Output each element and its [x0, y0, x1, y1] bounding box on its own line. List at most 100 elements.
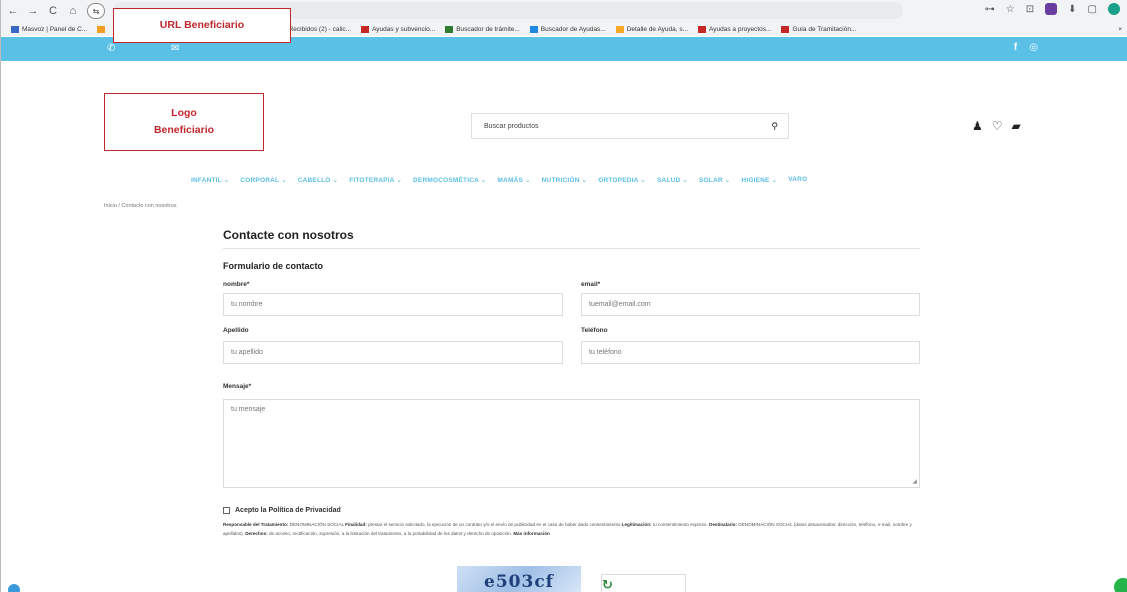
nav-item-solar[interactable]: SOLAR ⌄ — [699, 176, 730, 184]
search-placeholder: Buscar productos — [484, 122, 539, 130]
nav-item-corporal[interactable]: CORPORAL ⌄ — [240, 176, 286, 184]
accessibility-bubble[interactable] — [8, 584, 20, 592]
browser-window: ← → C ⌂ ⇆ ⊶ ☆ ⊡ ⬇ ▢ Masvoz | Panel de C.… — [0, 0, 1127, 592]
captcha-image: e503cf — [457, 566, 581, 592]
bookmark-label: Masvoz | Panel de C... — [22, 25, 88, 33]
privacy-consent[interactable]: Acepto la Política de Privacidad — [223, 507, 341, 514]
logo-annotation: Logo Beneficiario — [104, 93, 264, 151]
legal-text: tu consentimiento expreso. — [651, 522, 710, 527]
privacy-checkbox[interactable] — [223, 507, 230, 514]
mail-icon[interactable]: ✉ — [171, 43, 179, 54]
bookmark-item[interactable]: Ayudas a proyectos... — [698, 25, 772, 33]
cart-bag-icon[interactable]: ▰ — [1012, 119, 1021, 133]
bookmark-item[interactable]: Buscador de Ayudas... — [529, 25, 606, 33]
nav-item-infantil[interactable]: INFANTIL ⌄ — [191, 176, 229, 184]
nombre-label: nombre* — [223, 281, 250, 288]
toolbar-actions: ⊶ ☆ ⊡ ⬇ ▢ — [985, 3, 1120, 15]
telefono-field[interactable]: tu teléfono — [581, 341, 920, 364]
bookmark-favicon-icon — [529, 25, 538, 33]
instagram-icon[interactable]: ◎ — [1029, 42, 1038, 53]
bookmark-label: Buscador de trámite... — [456, 25, 520, 33]
nav-item-ortopedia[interactable]: ORTOPEDIA ⌄ — [598, 176, 646, 184]
phone-icon[interactable]: ✆ — [107, 43, 115, 54]
mensaje-placeholder: tu mensaje — [231, 406, 266, 413]
legal-label-finalidad: Finalidad: — [345, 522, 367, 527]
bookmark-item[interactable]: Detalle de Ayuda, s... — [615, 25, 689, 33]
legal-text: prestar el servicio solicitado, la ejecu… — [366, 522, 622, 527]
extension-icon[interactable] — [1045, 3, 1058, 15]
nav-item-fitoterapia[interactable]: FITOTERAPIA ⌄ — [349, 176, 402, 184]
title-divider — [223, 248, 920, 249]
search-input[interactable]: Buscar productos ⚲ — [471, 113, 789, 139]
bookmark-label: Ayudas a proyectos... — [709, 25, 772, 33]
nav-item-higiene[interactable]: HIGIENE ⌄ — [741, 176, 777, 184]
page-title: Contacte con nosotros — [223, 228, 354, 242]
nav-item-nutricion[interactable]: NUTRICIÓN ⌄ — [542, 176, 588, 184]
email-label: email* — [581, 281, 601, 288]
bookmarks-close-icon[interactable]: × — [1118, 26, 1122, 33]
legal-notice: Responsable del Tratamiento: DENOMINACIÓ… — [223, 521, 923, 538]
breadcrumb[interactable]: Inicio / Contacto con nosotros — [104, 203, 176, 209]
bookmark-label: Recibidos (2) - calic... — [288, 25, 352, 33]
category-nav: INFANTIL ⌄ CORPORAL ⌄ CABELLO ⌄ FITOTERA… — [191, 176, 807, 184]
bookmark-label: Buscador de Ayudas... — [540, 25, 606, 33]
email-field[interactable]: tuemail@email.com — [581, 293, 920, 316]
key-icon[interactable]: ⊶ — [985, 4, 995, 15]
reload-icon[interactable]: C — [45, 3, 61, 19]
logo-annotation-line2: Beneficiario — [153, 124, 215, 136]
nav-item-dermocosmetica[interactable]: DERMOCOSMÉTICA ⌄ — [413, 176, 486, 184]
bookmark-label: Detalle de Ayuda, s... — [626, 25, 689, 33]
bookmark-star-icon[interactable]: ☆ — [1006, 4, 1015, 15]
apellido-field[interactable]: tu apellido — [223, 341, 563, 364]
bookmark-favicon-icon — [97, 25, 106, 33]
legal-label-derechos: Derechos: — [245, 530, 268, 536]
resize-handle-icon[interactable]: ◢ — [912, 478, 917, 485]
more-info-link[interactable]: Más información — [513, 531, 550, 536]
form-title: Formulario de contacto — [223, 261, 324, 271]
nav-item-cabello[interactable]: CABELLO ⌄ — [298, 176, 338, 184]
bookmark-favicon-icon — [698, 25, 707, 33]
legal-label-legitimacion: Legitimación: — [621, 522, 652, 527]
wishlist-heart-icon[interactable]: ♡ — [992, 119, 1003, 133]
bookmark-item[interactable]: Buscador de trámite... — [445, 25, 520, 33]
nav-item-mamas[interactable]: MAMÁS ⌄ — [497, 176, 530, 184]
social-links: f ◎ — [1014, 42, 1038, 53]
bookmark-label: Ayudas y subvencio... — [372, 25, 436, 33]
bookmark-item[interactable]: Guía de Tramitación... — [781, 25, 857, 33]
bookmark-favicon-icon — [361, 25, 370, 33]
site-settings-icon[interactable]: ⇆ — [87, 3, 105, 19]
bookmark-item[interactable]: Ayudas y subvencio... — [361, 25, 436, 33]
nombre-field[interactable]: tu nombre — [223, 293, 563, 316]
telefono-label: Teléfono — [581, 327, 608, 334]
bookmark-favicon-icon — [615, 25, 624, 33]
home-icon[interactable]: ⌂ — [65, 3, 81, 19]
legal-text: de acceso, rectificación, supresión, a l… — [267, 530, 514, 536]
back-icon[interactable]: ← — [5, 3, 21, 19]
screenshot-icon[interactable]: ⊡ — [1026, 4, 1034, 15]
search-icon[interactable]: ⚲ — [771, 121, 778, 132]
bookmark-label: Guía de Tramitación... — [792, 25, 857, 33]
nav-item-varo[interactable]: VARO — [788, 176, 807, 184]
logo-annotation-line1: Logo — [171, 107, 197, 120]
mensaje-textarea[interactable]: tu mensaje ◢ — [223, 399, 920, 488]
user-icon[interactable]: ♟ — [972, 119, 983, 133]
captcha-refresh-icon[interactable]: ↻ — [602, 577, 613, 592]
sidepanel-icon[interactable]: ▢ — [1088, 4, 1097, 15]
profile-avatar[interactable] — [1108, 3, 1120, 15]
download-icon[interactable]: ⬇ — [1068, 4, 1076, 15]
whatsapp-icon[interactable] — [1114, 578, 1127, 592]
facebook-icon[interactable]: f — [1014, 42, 1017, 53]
legal-label-destinatario: Destinatario: — [709, 522, 738, 527]
apellido-label: Apellido — [223, 327, 249, 334]
mensaje-label: Mensaje* — [223, 383, 252, 390]
bookmark-item[interactable] — [97, 25, 108, 33]
captcha-input[interactable] — [601, 574, 686, 592]
forward-icon[interactable]: → — [25, 3, 41, 19]
bookmark-item[interactable]: Masvoz | Panel de C... — [11, 25, 88, 33]
legal-text: DENOMINACIÓN SOCIAL — [288, 522, 346, 527]
privacy-label[interactable]: Acepto la Política de Privacidad — [235, 507, 341, 514]
bookmark-favicon-icon — [781, 25, 790, 33]
url-annotation: URL Beneficiario — [113, 8, 291, 43]
nav-item-salud[interactable]: SALUD ⌄ — [657, 176, 688, 184]
bookmark-favicon-icon — [445, 25, 454, 33]
